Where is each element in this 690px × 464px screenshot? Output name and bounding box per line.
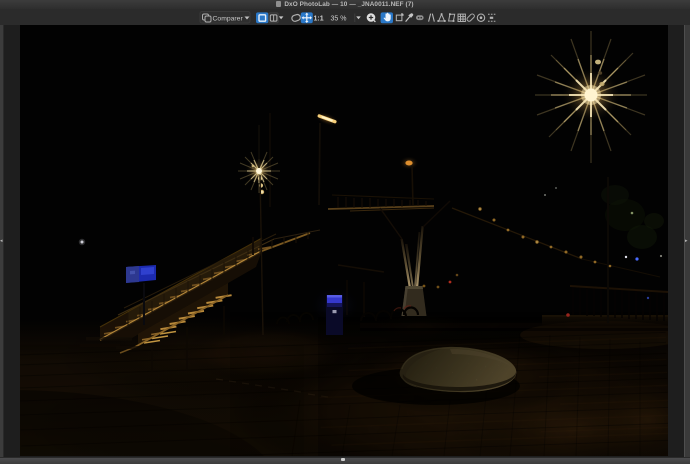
- svg-text:1:1: 1:1: [314, 15, 324, 22]
- svg-text:35 %: 35 %: [331, 15, 347, 22]
- svg-text:Comparer: Comparer: [213, 15, 244, 22]
